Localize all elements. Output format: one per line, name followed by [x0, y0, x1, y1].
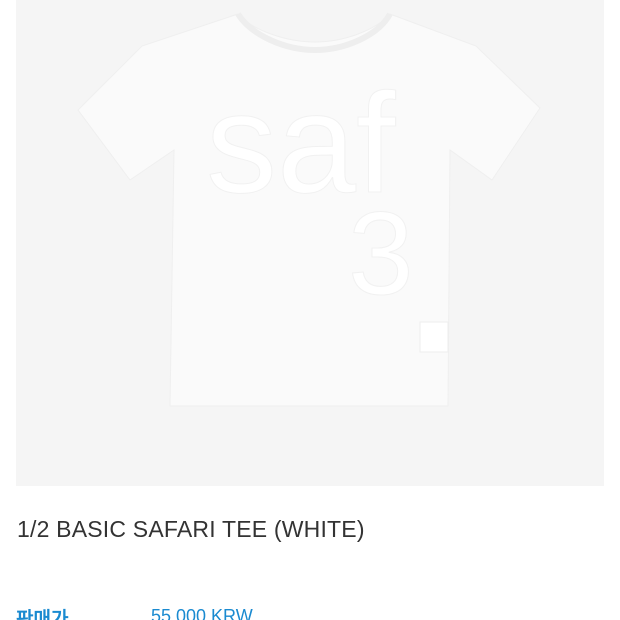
- product-title: 1/2 BASIC SAFARI TEE (WHITE): [17, 516, 365, 542]
- print-text-3: 3: [348, 188, 414, 320]
- tshirt-label-tag: [419, 321, 449, 353]
- product-image[interactable]: saf 3: [16, 0, 604, 486]
- price-row: 판매가 55,000 KRW: [16, 604, 604, 620]
- product-page: saf 3 1/2 BASIC SAFARI TEE (WHITE) 판매가 5…: [0, 0, 620, 620]
- tshirt-illustration: saf 3: [77, 12, 541, 407]
- price-value: 55,000 KRW: [151, 606, 253, 620]
- price-label: 판매가: [16, 609, 69, 620]
